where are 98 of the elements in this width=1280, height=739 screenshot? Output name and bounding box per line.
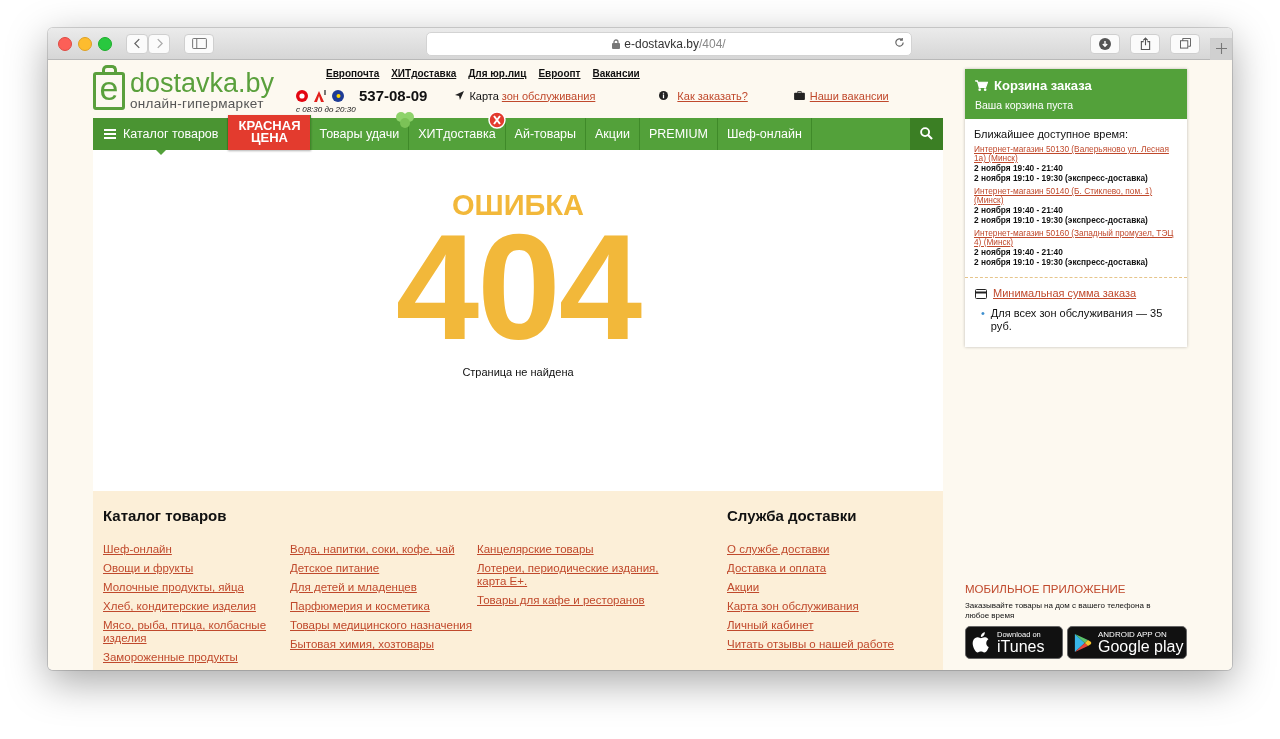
footer-link[interactable]: Хлеб, кондитерские изделия (103, 600, 290, 613)
reload-icon[interactable] (894, 36, 905, 48)
delivery-time-heading: Ближайшее доступное время: (974, 128, 1130, 140)
footer-heading: Каталог товаров (103, 507, 228, 524)
footer-link[interactable]: Доставка и оплата (727, 562, 914, 575)
footer-link[interactable]: О службе доставки (727, 543, 914, 556)
top-link[interactable]: ХИТдоставка (391, 68, 457, 79)
vacancies-link[interactable]: Наши вакансии (809, 89, 889, 102)
promo-tab[interactable]: КРАСНАЯ ЦЕНА (228, 114, 311, 150)
zoom-window-button[interactable] (98, 36, 112, 51)
search-button[interactable] (910, 117, 943, 150)
share-icon (1139, 37, 1151, 50)
app-heading: МОБИЛЬНОЕ ПРИЛОЖЕНИЕ (965, 583, 1127, 595)
download-icon (1099, 37, 1111, 50)
footer-link[interactable]: Товары медицинского назначения (290, 619, 477, 632)
footer-heading: Служба доставки (727, 507, 858, 524)
operator-logo-icon (313, 89, 327, 102)
share-button[interactable] (1130, 33, 1160, 54)
footer-link[interactable]: Товары для кафе и ресторанов (477, 594, 664, 607)
footer-link[interactable]: Парфюмерия и косметика (290, 600, 477, 613)
cart-icon (975, 80, 988, 91)
phone-number: 537-08-09 (359, 87, 428, 104)
footer-link[interactable]: Акции (727, 581, 914, 594)
footer-link[interactable]: Карта зон обслуживания (727, 600, 914, 613)
footer-link[interactable]: Вода, напитки, соки, кофе, чай (290, 543, 477, 556)
url-text: e-dostavka.by/404/ (624, 36, 726, 51)
nav-tab[interactable]: Акции (586, 117, 640, 150)
bullet-mark: • (981, 307, 985, 321)
top-link[interactable]: Европочта (326, 68, 380, 79)
cart-title: Корзина заказа (994, 78, 1092, 93)
plus-icon (1215, 43, 1227, 54)
google-play-button[interactable]: ANDROID APP ON Google play (1067, 626, 1187, 659)
briefcase-icon (793, 91, 805, 100)
operator-logo-icon (296, 89, 308, 102)
chevron-left-icon (133, 38, 141, 49)
top-link[interactable]: Евроопт (538, 68, 581, 79)
nav-tab[interactable]: PREMIUM (639, 117, 718, 150)
credit-card-icon (975, 288, 987, 299)
footer-link[interactable]: Бытовая химия, хозтовары (290, 638, 477, 651)
top-link[interactable]: Вакансии (592, 68, 640, 79)
search-icon (920, 127, 933, 141)
chevron-right-icon (155, 38, 163, 49)
logo-name: dostavka.by (130, 69, 275, 97)
close-window-button[interactable] (58, 36, 72, 51)
cart-status: Ваша корзина пуста (975, 99, 1075, 111)
delivery-time: 2 ноября 19:10 - 19:30 (экспресс-доставка) (974, 215, 1149, 225)
error-message: Страница не найдена (462, 365, 574, 378)
catalog-menu-button[interactable]: Каталог товаров (93, 117, 229, 150)
footer-link[interactable]: Мясо, рыба, птица, колбасные изделия (103, 619, 290, 645)
nav-tab[interactable]: Шеф-онлайн (718, 117, 812, 150)
minimum-order-link[interactable]: Минимальная сумма заказа (993, 287, 1137, 300)
delivery-time: 2 ноября 19:40 - 21:40 (974, 247, 1064, 257)
clover-icon (395, 110, 416, 129)
footer-link[interactable]: Детское питание (290, 562, 477, 575)
footer-link[interactable]: Лотереи, периодические издания, карта Е+. (477, 562, 664, 588)
error-title: ОШИБКА (452, 187, 584, 222)
store-link[interactable]: Интернет-магазин 50160 (Западный промузел, ТЭЦ 4) (Минск) (974, 229, 1178, 247)
logo-bag-letter: e (93, 65, 125, 110)
delivery-time: 2 ноября 19:10 - 19:30 (экспресс-доставка) (974, 257, 1149, 267)
play-triangle-icon (1074, 632, 1092, 653)
tabs-button[interactable] (1170, 33, 1200, 54)
nav-tab[interactable]: Ай-товары (505, 117, 587, 150)
apple-icon (972, 631, 991, 654)
back-button[interactable] (126, 33, 148, 54)
lock-icon (612, 38, 621, 49)
footer-link[interactable]: Для детей и младенцев (290, 581, 477, 594)
footer-link[interactable]: Читать отзывы о нашей работе (727, 638, 914, 651)
how-to-order-link[interactable]: Как заказать? (677, 89, 748, 102)
phone-hours: с 08:30 до 20:30 (296, 105, 357, 114)
delivery-time: 2 ноября 19:10 - 19:30 (экспресс-доставка) (974, 173, 1149, 183)
minimum-order-text: Для всех зон обслуживания — 35 руб. (990, 307, 1164, 333)
error-code: 404 (395, 221, 641, 352)
top-link[interactable]: Для юр.лиц (468, 68, 527, 79)
location-arrow-icon (455, 91, 465, 100)
footer-link[interactable]: Канцелярские товары (477, 543, 664, 556)
map-label: Карта (469, 89, 499, 102)
cross-badge-icon (487, 110, 506, 129)
sidebar-icon (191, 38, 207, 49)
delivery-time: 2 ноября 19:40 - 21:40 (974, 163, 1064, 173)
map-link[interactable]: зон обслуживания (501, 89, 596, 102)
menu-icon (104, 128, 116, 139)
info-icon (659, 91, 669, 100)
delivery-time: 2 ноября 19:40 - 21:40 (974, 205, 1064, 215)
logo-tagline: онлайн-гипермаркет (130, 97, 264, 111)
app-description: Заказывайте товары на дом с вашего телефона в любое время (965, 601, 1152, 621)
footer-link[interactable]: Молочные продукты, яйца (103, 581, 290, 594)
footer-link[interactable]: Овощи и фрукты (103, 562, 290, 575)
tabs-icon (1179, 38, 1191, 49)
new-tab-button[interactable] (1210, 37, 1232, 60)
store-link[interactable]: Интернет-магазин 50130 (Валерьяново ул. Лесная 1а) (Минск) (974, 145, 1178, 163)
sidebar-button[interactable] (184, 33, 214, 54)
operator-logo-icon (332, 89, 344, 102)
footer-link[interactable]: Личный кабинет (727, 619, 914, 632)
store-link[interactable]: Интернет-магазин 50140 (Б. Стиклево, пом. 1) (Минск) (974, 187, 1178, 205)
address-bar[interactable]: e-dostavka.by/404/ (426, 31, 912, 56)
downloads-button[interactable] (1090, 33, 1120, 54)
footer-link[interactable]: Шеф-онлайн (103, 543, 290, 556)
footer-link[interactable]: Замороженные продукты (103, 651, 290, 664)
